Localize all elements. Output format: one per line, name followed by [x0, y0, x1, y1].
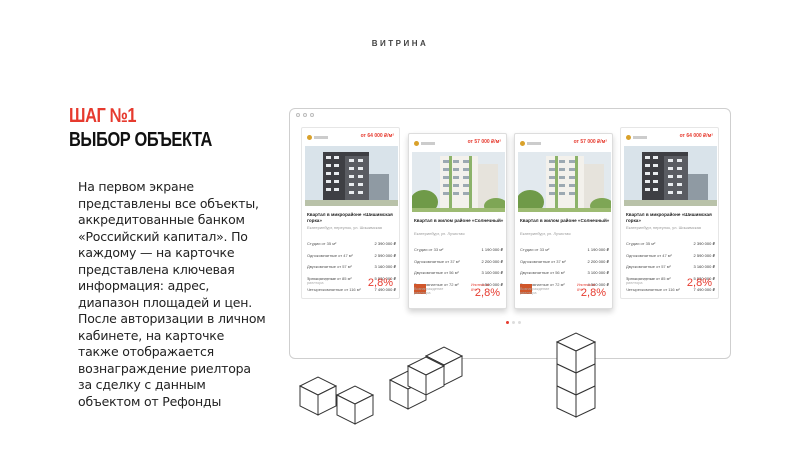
developer-logo-text [421, 142, 435, 145]
pager-dot[interactable] [518, 321, 521, 324]
price-table: Студии от 35 м² 2 390 000 ₽ Однокомнатные… [626, 241, 715, 299]
developer-logo-icon [307, 135, 312, 140]
price-row: Двухкомнатные от 57 м² 3 160 000 ₽ [307, 264, 396, 269]
step-title: ШАГ №1 [69, 105, 137, 127]
cube-icon [556, 385, 596, 418]
cube-icon [335, 385, 375, 425]
building-image [518, 152, 611, 212]
cube-icon [298, 376, 338, 416]
step-description: На первом экране представлены все объект… [78, 179, 266, 409]
reward-rate: 2,8% [686, 277, 712, 289]
card-title: Квартал в жилом районе «Солнечный» [520, 218, 610, 223]
card-title: Квартал в микрорайоне «Шишимская горка» [307, 212, 393, 223]
price-row: Студии от 35 м² 2 390 000 ₽ [307, 241, 396, 246]
section-label: ВИТРИНА [371, 39, 429, 48]
building-image [305, 146, 398, 206]
window-dot-icon[interactable] [303, 113, 307, 117]
price-table: Студии от 35 м² 2 390 000 ₽ Однокомнатные… [307, 241, 396, 299]
card-price: от 57 000 ₽/м² [467, 139, 501, 145]
price-row: Студии от 35 м² 2 390 000 ₽ [626, 241, 715, 246]
window-dot-icon[interactable] [310, 113, 314, 117]
reward-label: Вознаграждение риелтора [626, 276, 656, 286]
developer-logo-text [633, 136, 647, 139]
developer-logo-icon [520, 141, 525, 146]
reward-rate: 2,8% [474, 287, 500, 299]
cube-icon [406, 356, 446, 396]
developer-logo-icon [414, 141, 419, 146]
browser-window: от 64 000 ₽/м² Квартал в микрорайоне «Ши… [289, 108, 731, 359]
reward-rate: 2,8% [367, 277, 393, 289]
step-subtitle: ВЫБОР ОБЪЕКТА [69, 129, 212, 151]
price-row: Однокомнатные от 37 м² 2 200 000 ₽ [414, 258, 503, 264]
card-address: Екатеринбург, ул. Лучистая [520, 231, 571, 236]
cube-icon [556, 363, 596, 396]
property-card[interactable]: от 57 000 ₽/м² Квартал в жилом районе «С… [514, 133, 613, 309]
property-card[interactable]: от 64 000 ₽/м² Квартал в микрорайоне «Ши… [301, 127, 400, 299]
property-card[interactable]: от 57 000 ₽/м² Квартал в жилом районе «С… [408, 133, 507, 309]
card-address: Екатеринбург, ул. Лучистая [414, 231, 465, 236]
property-card[interactable]: от 64 000 ₽/м² Квартал в микрорайоне «Ши… [620, 127, 719, 299]
card-title: Квартал в жилом районе «Солнечный» [414, 218, 504, 223]
price-row: Однокомнатные от 37 м² 2 200 000 ₽ [520, 258, 609, 264]
reward-label: Вознаграждение риелтора [520, 286, 550, 296]
pager-dot-active[interactable] [506, 321, 509, 324]
price-row: Двухкомнатные от 57 м² 3 160 000 ₽ [626, 264, 715, 269]
carousel-pager [506, 321, 521, 324]
window-dot-icon[interactable] [296, 113, 300, 117]
card-price: от 64 000 ₽/м² [360, 133, 394, 139]
price-row: Двухкомнатные от 56 м² 3 100 000 ₽ [414, 270, 503, 275]
developer-logo-text [314, 136, 328, 139]
reward-label: Вознаграждение риелтора [307, 276, 337, 286]
card-address: Екатеринбург, переулок, ул. Шишимская [307, 225, 382, 230]
card-price: от 57 000 ₽/м² [573, 139, 607, 145]
developer-logo-text [527, 142, 541, 145]
price-row: Студии от 33 м² 1 190 000 ₽ [520, 247, 609, 252]
price-row: Двухкомнатные от 56 м² 3 100 000 ₽ [520, 270, 609, 275]
card-title: Квартал в микрорайоне «Шишимская горка» [626, 212, 712, 223]
price-row: Студии от 33 м² 1 190 000 ₽ [414, 247, 503, 252]
reward-rate: 2,8% [580, 287, 606, 299]
price-row: Однокомнатные от 47 м² 2 590 000 ₽ [626, 252, 715, 258]
window-controls [296, 113, 314, 117]
price-row: Однокомнатные от 47 м² 2 590 000 ₽ [307, 252, 396, 258]
cube-icon [388, 370, 428, 410]
pager-dot[interactable] [512, 321, 515, 324]
card-address: Екатеринбург, переулок, ул. Шишимская [626, 225, 701, 230]
reward-label: Вознаграждение риелтора [414, 286, 444, 296]
building-image [412, 152, 505, 212]
card-price: от 64 000 ₽/м² [679, 133, 713, 139]
developer-logo-icon [626, 135, 631, 140]
building-image [624, 146, 717, 206]
